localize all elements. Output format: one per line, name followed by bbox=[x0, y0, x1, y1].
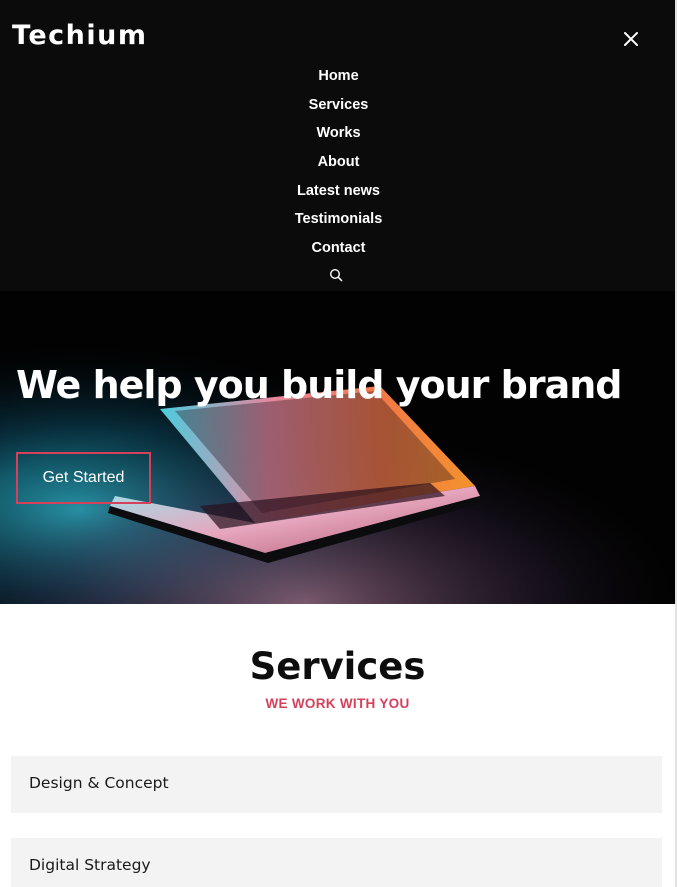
nav-item-home[interactable]: Home bbox=[318, 68, 358, 84]
search-icon[interactable] bbox=[329, 268, 343, 282]
nav-menu: Home Services Works About Latest news Te… bbox=[0, 62, 677, 262]
service-card-label: Design & Concept bbox=[29, 774, 169, 792]
service-card-design-concept[interactable]: Design & Concept bbox=[11, 756, 662, 813]
mobile-nav-panel: Techium Home Services Works About Latest… bbox=[0, 0, 677, 291]
hero-laptop-image bbox=[0, 291, 675, 604]
nav-item-contact[interactable]: Contact bbox=[312, 240, 366, 256]
services-subtitle: WE WORK WITH YOU bbox=[265, 696, 410, 711]
get-started-button[interactable]: Get Started bbox=[16, 452, 151, 504]
services-title: Services bbox=[249, 645, 426, 688]
nav-item-testimonials[interactable]: Testimonials bbox=[295, 211, 383, 227]
hero-title: We help you build your brand bbox=[16, 363, 622, 407]
site-logo[interactable]: Techium bbox=[12, 20, 147, 51]
nav-item-services[interactable]: Services bbox=[309, 97, 369, 113]
service-card-label: Digital Strategy bbox=[29, 856, 151, 874]
hero-banner: We help you build your brand Get Started bbox=[0, 291, 675, 604]
nav-item-works[interactable]: Works bbox=[316, 125, 360, 141]
service-card-digital-strategy[interactable]: Digital Strategy bbox=[11, 838, 662, 887]
nav-item-about[interactable]: About bbox=[318, 154, 360, 170]
close-icon[interactable] bbox=[619, 27, 643, 51]
nav-item-latest-news[interactable]: Latest news bbox=[297, 183, 380, 199]
